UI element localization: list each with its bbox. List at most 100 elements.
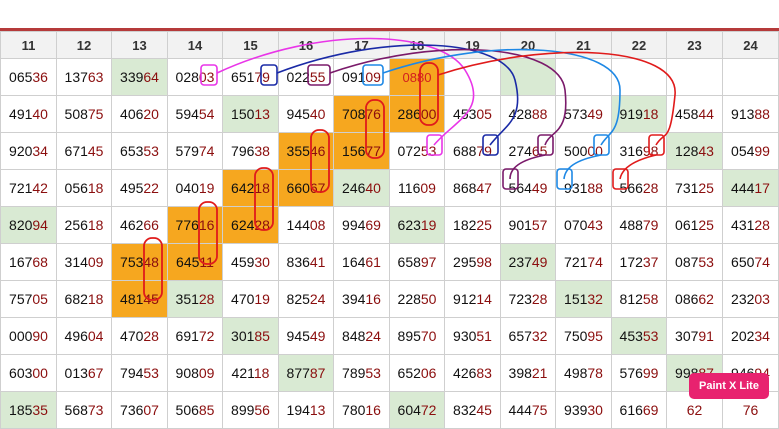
cell-prefix: 295 [453,254,477,270]
number-cell: 73607 [111,391,168,429]
cell-prefix: 731 [675,180,699,196]
cell-prefix: 825 [286,291,310,307]
cell-suffix: 79 [476,143,492,159]
cell-prefix: 116 [398,180,421,196]
top-bar [0,0,779,30]
cell-suffix: 40 [32,106,48,122]
cell-suffix: 85 [254,328,270,344]
cell-prefix: 256 [64,217,88,233]
cell-prefix: 022 [286,69,310,85]
cell-suffix: 11 [199,254,214,270]
number-cell [611,58,667,96]
cell-suffix: 55 [309,69,326,85]
cell-suffix: 50 [420,291,437,307]
number-grid: 11 12 13 14 15 16 17 18 19 20 21 22 23 2… [0,31,779,429]
number-cell: 65179 [222,58,279,96]
number-cell: 99469 [333,206,390,244]
number-cell: 24640 [333,169,390,207]
cell-prefix: 564 [508,180,532,196]
number-cell: 02255 [278,58,334,96]
cell-suffix: 13 [309,402,326,418]
cell-prefix: 444 [508,402,532,418]
number-cell: 08662 [666,280,723,318]
cell-prefix: 899 [231,402,255,418]
cell-suffix: 14 [476,291,492,307]
number-cell: 90809 [167,354,223,392]
cell-prefix: 182 [453,217,477,233]
cell-prefix: 836 [286,254,310,270]
cell-suffix: 99 [642,365,659,381]
cell-suffix: 83 [476,365,492,381]
cell-suffix: 25 [698,180,714,196]
number-cell: 01367 [56,354,112,392]
cell-prefix: 488 [619,217,643,233]
number-cell: 66067 [278,169,334,207]
number-cell: 93930 [555,391,612,429]
cell-suffix: 30 [254,254,270,270]
cell-prefix: 481 [120,291,144,307]
cell-suffix: 54 [198,106,215,122]
cell-suffix: 22 [143,180,159,196]
cell-prefix: 939 [564,402,588,418]
number-cell: 60472 [389,391,445,429]
number-cell: 91388 [722,95,779,133]
cell-prefix: 301 [231,328,255,344]
number-cell: 22850 [389,280,445,318]
number-cell: 79638 [222,132,279,170]
cell-suffix: 64 [143,69,159,85]
cell-prefix: 246 [342,180,366,196]
cell-prefix: 237 [508,254,532,270]
cell-prefix: 708 [342,106,366,122]
table-row: 60300 01367 79453 90809 42118 87787 78953 65206… [0,354,779,392]
number-cell: 05499 [722,132,779,170]
cell-suffix: 74 [754,254,770,270]
number-cell: 72142 [0,169,57,207]
cell-suffix: 28 [642,180,659,196]
number-cell: 02803 [167,58,223,96]
column-header: 19 [444,31,501,59]
cell-prefix: 691 [175,328,199,344]
number-cell: 75705 [0,280,57,318]
cell-prefix: 566 [619,180,643,196]
number-cell: 47019 [222,280,279,318]
number-cell: 82094 [0,206,57,244]
cell-suffix: 62 [686,402,703,418]
number-cell: 07253 [389,132,445,170]
number-cell: 75348 [111,243,168,281]
cell-prefix: 579 [175,143,199,159]
cell-prefix: 908 [175,365,199,381]
cell-prefix: 650 [731,254,755,270]
number-cell: 18225 [444,206,501,244]
number-cell: 67145 [56,132,112,170]
header-row: 11 12 13 14 15 16 17 18 19 20 21 22 23 2… [0,31,779,59]
cell-prefix: 274 [508,143,532,159]
cell-suffix: 45 [87,143,104,159]
number-cell: 73125 [666,169,723,207]
number-cell: 16461 [333,243,390,281]
cell-suffix: 58 [642,291,659,307]
number-cell: 20234 [722,317,779,355]
cell-suffix: 72 [420,402,437,418]
cell-prefix: 604 [397,402,421,418]
number-cell: 68218 [56,280,112,318]
number-cell: 11609 [389,169,445,207]
number-cell: 18535 [0,391,57,429]
cell-prefix: 653 [120,143,144,159]
cell-suffix: 17 [754,180,770,196]
cell-suffix: 88 [587,180,603,196]
number-cell: 35546 [278,132,334,170]
number-cell: 65353 [111,132,168,170]
number-cell: 91918 [611,95,667,133]
cell-suffix: 34 [32,143,48,159]
column-header: 12 [56,31,112,59]
cell-prefix: 013 [64,365,88,381]
number-cell: 57699 [611,354,667,392]
cell-prefix: 307 [675,328,699,344]
cell-suffix: 88 [531,106,548,122]
number-cell: 15013 [222,95,279,133]
table-row: 82094 25618 46266 77616 62428 14408 99469 62319… [0,206,779,244]
cell-prefix: 750 [564,328,588,344]
cell-suffix: 67 [87,365,104,381]
cell-suffix: 34 [754,328,770,344]
cell-suffix: 45 [476,402,492,418]
